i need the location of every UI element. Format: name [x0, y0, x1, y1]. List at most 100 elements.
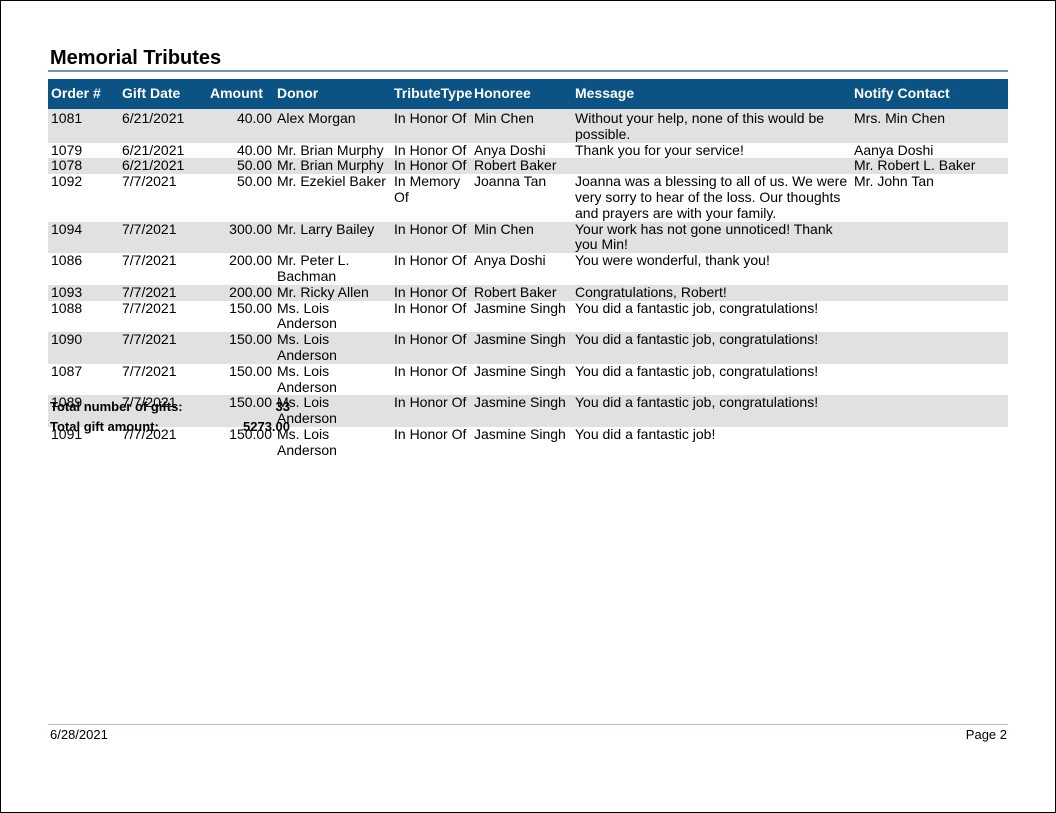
message-cell — [572, 158, 851, 175]
notify-contact-cell: Mrs. Min Chen — [851, 109, 1008, 143]
gift-date-cell: 7/7/2021 — [122, 362, 177, 379]
order-cell: 1094 — [48, 221, 119, 254]
order-cell: 1090 — [48, 331, 119, 364]
donor-cell: Mr. Ezekiel Baker — [277, 173, 386, 190]
honoree-cell: Anya Doshi — [474, 252, 546, 269]
honoree-cell: Min Chen — [471, 221, 572, 254]
total-amount-label: Total gift amount: — [50, 419, 159, 434]
notify-contact-cell: Mr. Robert L. Baker — [851, 158, 1008, 175]
order-cell: 1086 — [51, 252, 83, 269]
tribute-type-cell: In Honor Of — [394, 362, 467, 379]
donor-cell: Alex Morgan — [274, 109, 391, 143]
table-row: 1093 7/7/2021 200.00 Mr. Ricky Allen In … — [48, 284, 1008, 301]
gift-date-cell: 7/7/2021 — [119, 284, 207, 301]
honoree-cell: Min Chen — [471, 109, 572, 143]
notify-contact-cell — [851, 395, 1008, 427]
notify-contact-cell — [851, 427, 1008, 459]
amount-cell: 200.00 — [229, 252, 272, 269]
gift-date-cell: 7/7/2021 — [122, 299, 177, 316]
column-header-donor: Donor — [274, 79, 391, 109]
gift-date-cell: 7/7/2021 — [122, 252, 177, 269]
total-gifts-value: 33 — [275, 399, 290, 414]
tribute-type-cell: In Memory Of — [394, 173, 461, 205]
message-cell: You did a fantastic job! — [575, 425, 716, 442]
column-header-message: Message — [572, 79, 851, 109]
tribute-type-cell: In Honor Of — [391, 284, 471, 301]
notify-contact-cell — [851, 284, 1008, 301]
order-cell: 1092 — [51, 173, 83, 190]
message-cell: You did a fantastic job, congratulations… — [572, 395, 851, 427]
notify-contact-cell — [851, 253, 1008, 285]
column-header-tribute-type: TributeType — [391, 79, 472, 109]
amount-cell: 150.00 — [229, 362, 272, 379]
donor-cell: Mr. Peter L. Bachman — [277, 252, 350, 284]
gift-date-cell: 7/7/2021 — [119, 331, 207, 364]
table-row: 1079 6/21/2021 40.00 Mr. Brian Murphy In… — [48, 141, 1008, 159]
tribute-type-cell: In Honor Of — [391, 221, 471, 254]
donor-cell: Ms. Lois Anderson — [277, 425, 337, 458]
amount-cell: 40.00 — [207, 109, 274, 143]
gift-date-cell: 6/21/2021 — [122, 141, 185, 158]
donor-cell: Mr. Brian Murphy — [274, 158, 391, 175]
message-cell: You did a fantastic job, congratulations… — [572, 331, 851, 364]
footer-print-date: 6/28/2021 — [50, 727, 108, 742]
donor-cell: Ms. Lois Anderson — [277, 362, 337, 395]
total-amount-row: Total gift amount: 5273.00 — [50, 417, 290, 437]
table-header-row: Order # Gift Date Amount Donor TributeTy… — [48, 79, 1008, 109]
notify-contact-cell — [851, 364, 1008, 396]
order-cell: 1081 — [48, 109, 119, 143]
table-row: 1078 6/21/2021 50.00 Mr. Brian Murphy In… — [48, 158, 1008, 175]
donor-cell: Mr. Larry Bailey — [274, 221, 391, 254]
column-header-honoree: Honoree — [471, 79, 572, 109]
tribute-type-cell: In Honor Of — [394, 252, 467, 269]
title-divider — [48, 70, 1008, 72]
notify-contact-cell: Aanya Doshi — [854, 141, 934, 158]
amount-cell: 300.00 — [207, 221, 274, 254]
notify-contact-cell — [851, 332, 1008, 364]
tribute-type-cell: In Honor Of — [391, 109, 471, 143]
order-cell: 1088 — [51, 299, 83, 316]
total-gifts-row: Total number of gifts: 33 — [50, 397, 290, 417]
gift-date-cell: 6/21/2021 — [119, 158, 207, 175]
message-cell: Joanna was a blessing to all of us. We w… — [575, 173, 848, 221]
message-cell: You were wonderful, thank you! — [575, 252, 770, 269]
gift-date-cell: 7/7/2021 — [122, 173, 177, 190]
footer-page-number: Page 2 — [965, 727, 1007, 742]
column-header-gift-date: Gift Date — [119, 79, 207, 109]
message-cell: Without your help, none of this would be… — [572, 109, 851, 143]
table-row: 1087 7/7/2021 150.00 Ms. Lois Anderson I… — [48, 362, 1008, 396]
amount-cell: 200.00 — [207, 284, 274, 301]
report-page: Memorial Tributes Order # Gift Date Amou… — [0, 0, 1056, 813]
donor-cell: Ms. Lois Anderson — [277, 299, 337, 332]
donor-cell: Mr. Ricky Allen — [274, 284, 391, 301]
donor-cell: Ms. Lois Anderson — [274, 395, 391, 427]
report-title: Memorial Tributes — [50, 47, 222, 69]
totals-summary: Total number of gifts: 33 Total gift amo… — [50, 397, 290, 437]
column-header-amount: Amount — [207, 79, 274, 109]
honoree-cell: Anya Doshi — [474, 141, 546, 158]
table-row: 1088 7/7/2021 150.00 Ms. Lois Anderson I… — [48, 299, 1008, 333]
total-gifts-label: Total number of gifts: — [50, 399, 183, 414]
amount-cell: 150.00 — [207, 331, 274, 364]
order-cell: 1079 — [51, 141, 83, 158]
notify-contact-cell — [851, 301, 1008, 333]
table-row: 1092 7/7/2021 50.00 Mr. Ezekiel Baker In… — [48, 173, 1008, 221]
notify-contact-cell — [851, 221, 1008, 254]
tribute-type-cell: In Honor Of — [394, 299, 467, 316]
honoree-cell: Jasmine Singh — [471, 395, 572, 427]
message-cell: You did a fantastic job, congratulations… — [575, 299, 819, 316]
donor-cell: Mr. Brian Murphy — [277, 141, 384, 158]
table-row: 1090 7/7/2021 150.00 Ms. Lois Anderson I… — [48, 331, 1008, 364]
order-cell: 1093 — [48, 284, 119, 301]
message-cell: Congratulations, Robert! — [572, 284, 851, 301]
amount-cell: 50.00 — [207, 158, 274, 175]
message-cell: You did a fantastic job, congratulations… — [575, 362, 819, 379]
column-header-order: Order # — [48, 79, 119, 109]
order-cell: 1087 — [51, 362, 83, 379]
footer-divider — [48, 724, 1008, 725]
total-amount-value: 5273.00 — [243, 419, 290, 434]
notify-contact-cell: Mr. John Tan — [854, 173, 934, 190]
tribute-type-cell: In Honor Of — [391, 331, 471, 364]
table-row: 1094 7/7/2021 300.00 Mr. Larry Bailey In… — [48, 221, 1008, 254]
table-row: 1086 7/7/2021 200.00 Mr. Peter L. Bachma… — [48, 252, 1008, 285]
